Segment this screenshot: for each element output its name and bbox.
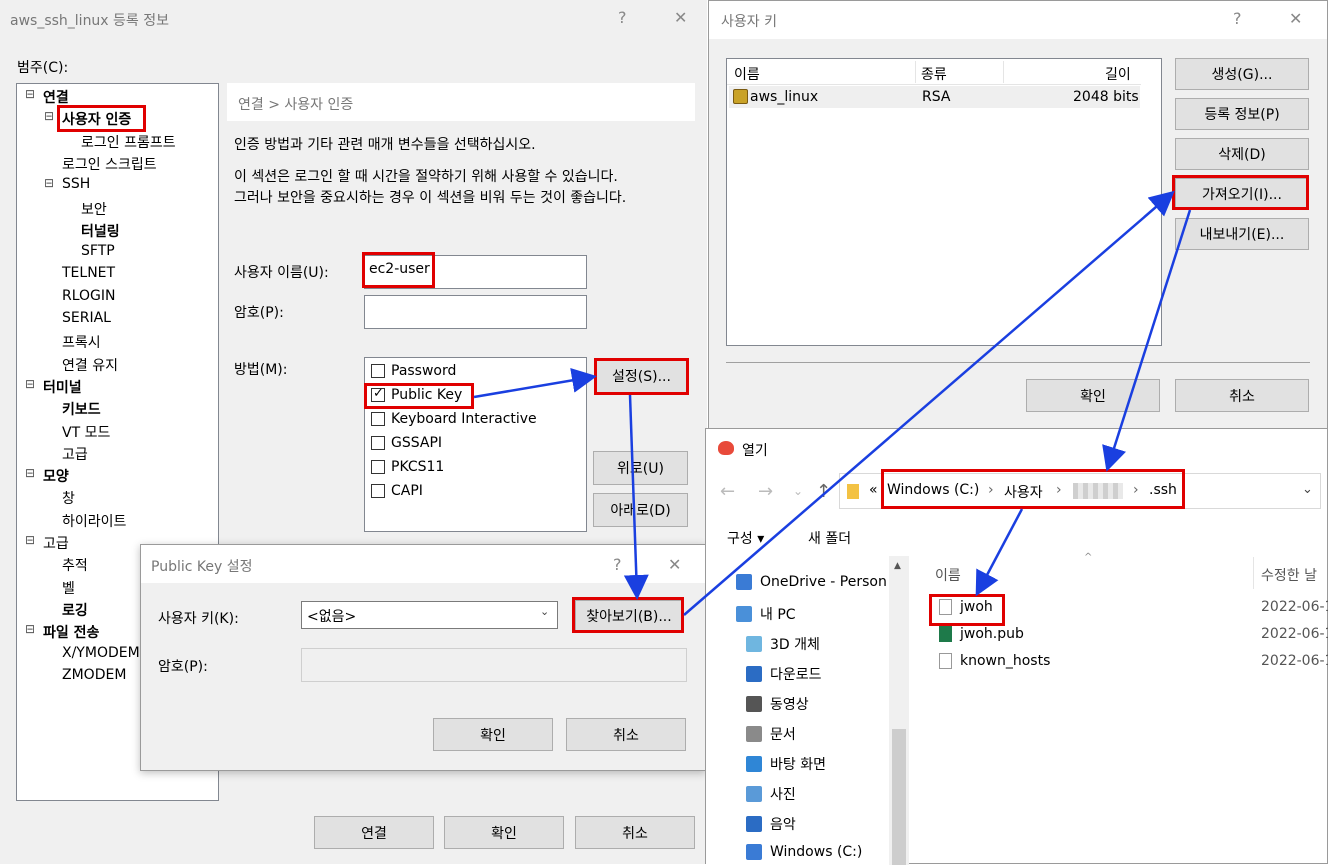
arrow-settings-to-browse <box>623 394 649 600</box>
annotation-arrows <box>473 190 1192 616</box>
arrow-publickey-to-settings <box>473 368 597 399</box>
arrow-path-to-jwoh <box>975 508 1024 597</box>
arrow-browse-to-import <box>683 190 1175 616</box>
arrow-import-to-path <box>1102 209 1192 472</box>
